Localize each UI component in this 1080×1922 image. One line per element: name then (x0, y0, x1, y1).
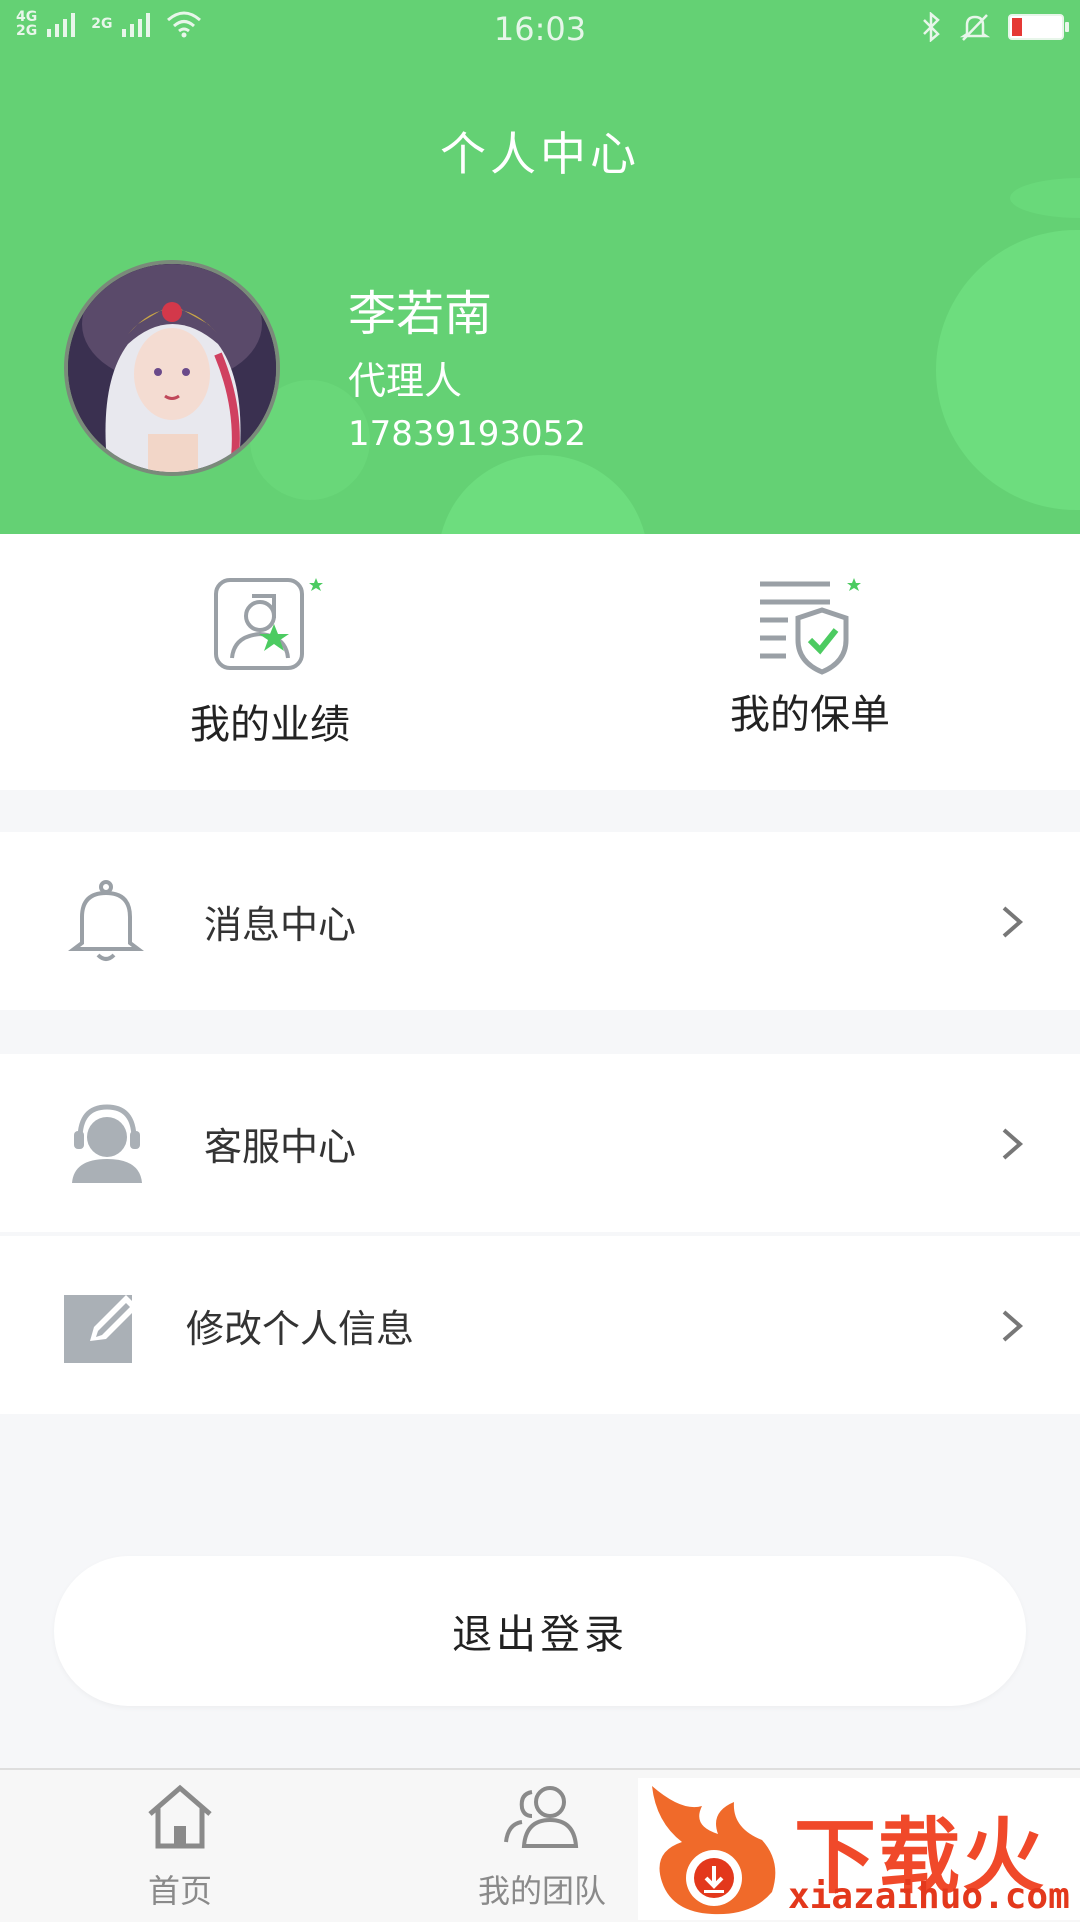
my-policy-button[interactable]: 我的保单 (540, 534, 1080, 790)
performance-icon (214, 578, 323, 670)
bell-icon (68, 880, 144, 961)
user-role: 代理人 (348, 359, 463, 403)
status-icons (920, 12, 1069, 42)
battery-level (1012, 18, 1022, 36)
header-decoration (936, 230, 1080, 510)
flame-logo-icon (652, 1786, 776, 1915)
bluetooth-icon (923, 12, 940, 42)
header-decoration (438, 455, 648, 534)
watermark-url: xiazaihuo.com (788, 1876, 1070, 1917)
team-icon (504, 1786, 579, 1848)
my-performance-label: 我的业绩 (190, 702, 350, 748)
tab-home-label: 首页 (147, 1872, 212, 1910)
user-name: 李若南 (348, 286, 493, 342)
logout-button[interactable]: 退出登录 (54, 1556, 1026, 1706)
home-icon (148, 1784, 212, 1849)
menu-item-edit-profile[interactable]: 修改个人信息 (0, 1236, 1080, 1414)
customer-service-label: 客服中心 (204, 1125, 357, 1169)
my-policy-label: 我的保单 (730, 692, 890, 738)
bell-muted-icon (960, 14, 990, 41)
tab-my-team-label: 我的团队 (477, 1872, 606, 1910)
profile-header: 4G 2G 2G 16:03 个人中心 李若南 代理人 17839193052 (0, 0, 1080, 534)
message-center-label: 消息中心 (204, 903, 357, 947)
page-title: 个人中心 (440, 127, 640, 181)
quick-actions: 我的业绩 我的保单 (0, 534, 1080, 790)
battery-icon (1008, 14, 1069, 40)
chevron-right-icon (1002, 1128, 1024, 1160)
avatar-image (68, 264, 276, 472)
menu-item-customer-service[interactable]: 客服中心 (0, 1054, 1080, 1232)
chevron-right-icon (1002, 1310, 1024, 1342)
my-performance-button[interactable]: 我的业绩 (0, 534, 540, 790)
user-phone: 17839193052 (348, 414, 586, 454)
policy-icon (760, 578, 861, 675)
status-time: 16:03 (493, 10, 587, 48)
chevron-right-icon (1002, 906, 1024, 938)
watermark-logo: 下载火 xiazaihuo.com (638, 1778, 1080, 1920)
status-bar: 4G 2G 2G 16:03 (0, 0, 1080, 58)
header-decoration (1010, 178, 1080, 218)
customer-service-icon (72, 1104, 142, 1183)
tab-my-team[interactable]: 我的团队 (412, 1770, 672, 1922)
edit-profile-label: 修改个人信息 (186, 1307, 415, 1351)
tab-home[interactable]: 首页 (50, 1770, 310, 1922)
menu-item-message-center[interactable]: 消息中心 (0, 832, 1080, 1010)
avatar[interactable] (64, 260, 280, 476)
edit-icon (64, 1295, 138, 1363)
